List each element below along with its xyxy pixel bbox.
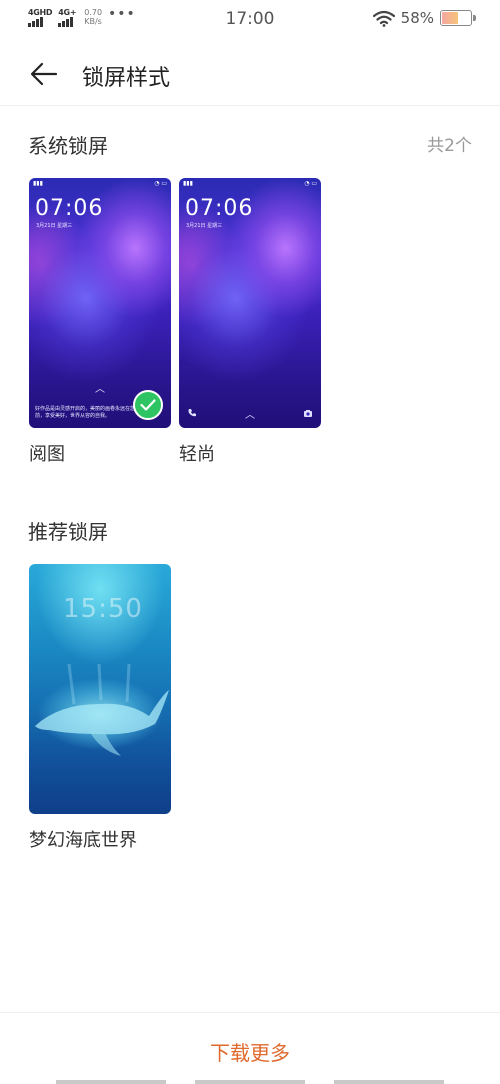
download-more-button[interactable]: 下载更多 xyxy=(0,1037,500,1066)
selected-check-icon xyxy=(133,390,163,420)
header: 锁屏样式 xyxy=(0,40,500,106)
wifi-icon xyxy=(372,10,395,27)
phone-icon xyxy=(188,409,196,417)
back-arrow-icon xyxy=(30,62,58,86)
battery-percent: 58% xyxy=(400,9,434,27)
whale-illustration xyxy=(35,664,169,756)
lockscreen-label-yuetu: 阅图 xyxy=(29,444,65,465)
mini-time: 07:06 xyxy=(35,196,104,221)
camera-icon xyxy=(304,410,312,417)
status-right: 58% xyxy=(372,9,476,27)
lockscreen-thumb-qingshang[interactable]: ▮▮▮ ◔ ▭ 07:06 3月21日 星期三 ︿ xyxy=(179,178,321,428)
lockscreen-label-qingshang: 轻尚 xyxy=(179,444,215,465)
mini-status-bar: ▮▮▮ ◔ ▭ xyxy=(33,180,167,187)
mini-time: 15:50 xyxy=(63,594,143,624)
swipe-up-icon: ︿ xyxy=(245,410,255,421)
home-indicator xyxy=(56,1080,444,1084)
page-title: 锁屏样式 xyxy=(82,66,171,91)
back-button[interactable] xyxy=(26,56,62,92)
bottom-bar: 下载更多 xyxy=(0,1012,500,1084)
mini-date: 3月21日 星期三 xyxy=(186,223,223,229)
battery-icon xyxy=(440,10,476,26)
system-section-title: 系统锁屏 xyxy=(28,134,108,158)
lockscreen-thumb-dream-sea[interactable]: 15:50 xyxy=(29,564,171,814)
mini-time: 07:06 xyxy=(185,196,254,221)
recommend-section-title: 推荐锁屏 xyxy=(28,520,108,544)
mini-date: 3月21日 星期三 xyxy=(36,223,73,229)
status-bar: 4GHD 4G+ 0.70 KB/s ••• 17:00 58% xyxy=(0,0,500,40)
battery-fill xyxy=(442,12,458,24)
lockscreen-label-dream-sea: 梦幻海底世界 xyxy=(29,830,137,851)
system-section-count: 共2个 xyxy=(427,136,472,156)
mini-status-bar: ▮▮▮ ◔ ▭ xyxy=(183,180,317,187)
